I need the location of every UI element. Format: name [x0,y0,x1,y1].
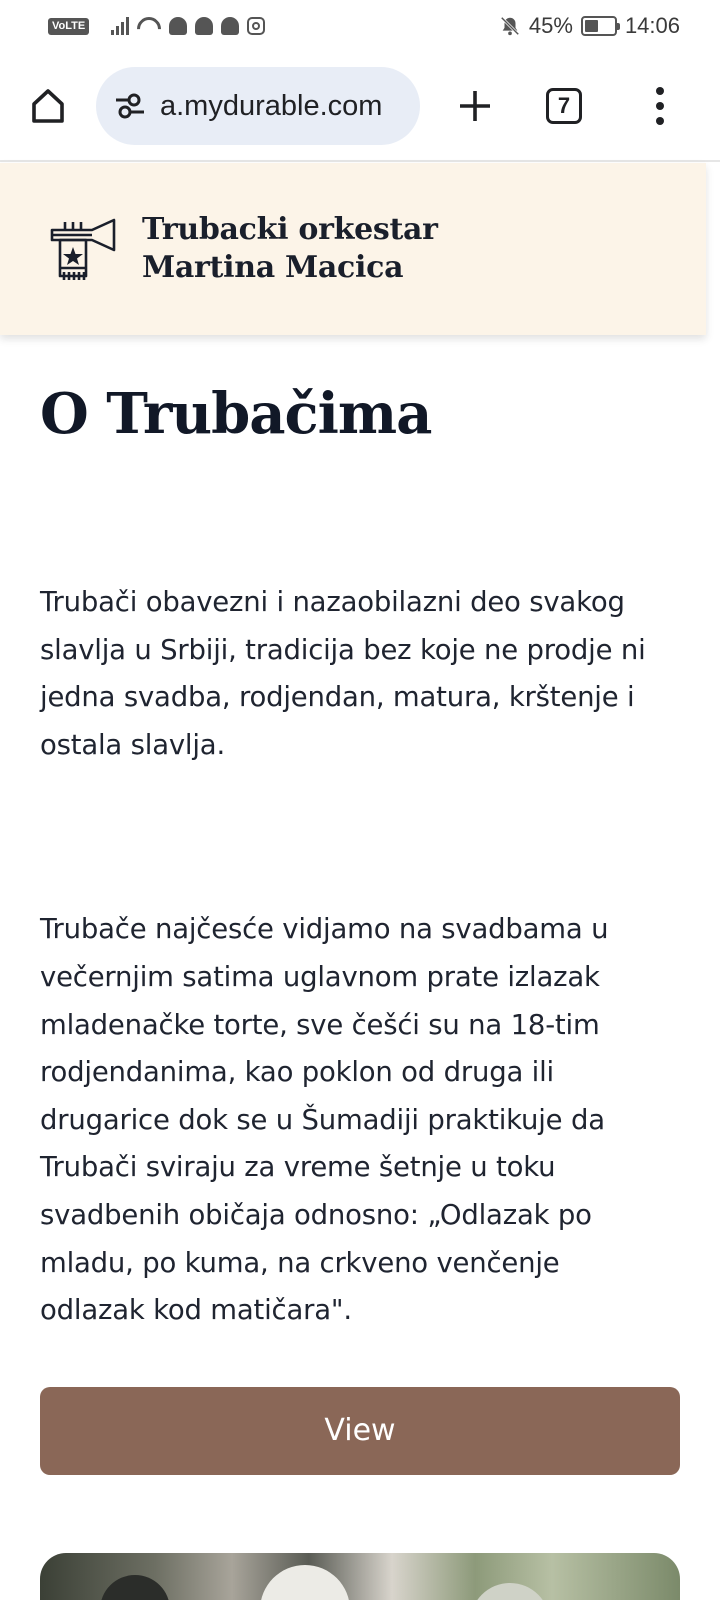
view-button[interactable]: View [40,1386,680,1475]
battery-fill [584,20,598,32]
snapchat-icon [169,17,188,35]
details-paragraph: Trubače najčesće vidjamo na svadbama u v… [40,913,609,1327]
page-title: O Trubačima [40,381,432,447]
tab-count: 7 [557,93,571,118]
volte-badge: VoLTE [48,17,90,35]
address-bar[interactable]: a.mydurable.com [96,67,420,145]
url-text[interactable]: a.mydurable.com [160,90,382,123]
battery-icon [580,16,620,36]
battery-percent: 45% [528,13,573,38]
instagram-icon [247,17,266,35]
tab-switcher-icon[interactable]: 7 [546,88,582,124]
signal-icon [111,17,130,35]
snapchat-icon [195,17,214,35]
status-right: 45% 14:06 [499,13,680,39]
site-header: Trubacki orkestar Martina Macica [0,163,706,335]
snapchat-icon [221,17,240,35]
site-settings-icon[interactable] [114,92,146,120]
status-bar: VoLTE 45% 14:06 [0,0,720,52]
trumpet-logo-icon[interactable] [48,216,120,282]
brand-line-1: Trubacki orkestar [142,212,438,247]
home-icon[interactable] [22,80,74,132]
status-left: VoLTE [48,17,266,35]
band-photo [40,1553,680,1600]
clock: 14:06 [624,13,680,38]
intro-paragraph: Trubači obavezni i nazaobilazni deo svak… [40,586,646,761]
main-content: O Trubačima Trubači obavezni i nazaobila… [0,335,706,1475]
wifi-icon [137,17,161,35]
browser-toolbar: a.mydurable.com 7 [0,52,720,162]
new-tab-icon[interactable] [450,81,500,131]
menu-icon[interactable] [640,81,680,131]
brand-name[interactable]: Trubacki orkestar Martina Macica [142,211,438,287]
brand-line-2: Martina Macica [142,250,404,285]
bell-muted-icon [500,16,520,36]
